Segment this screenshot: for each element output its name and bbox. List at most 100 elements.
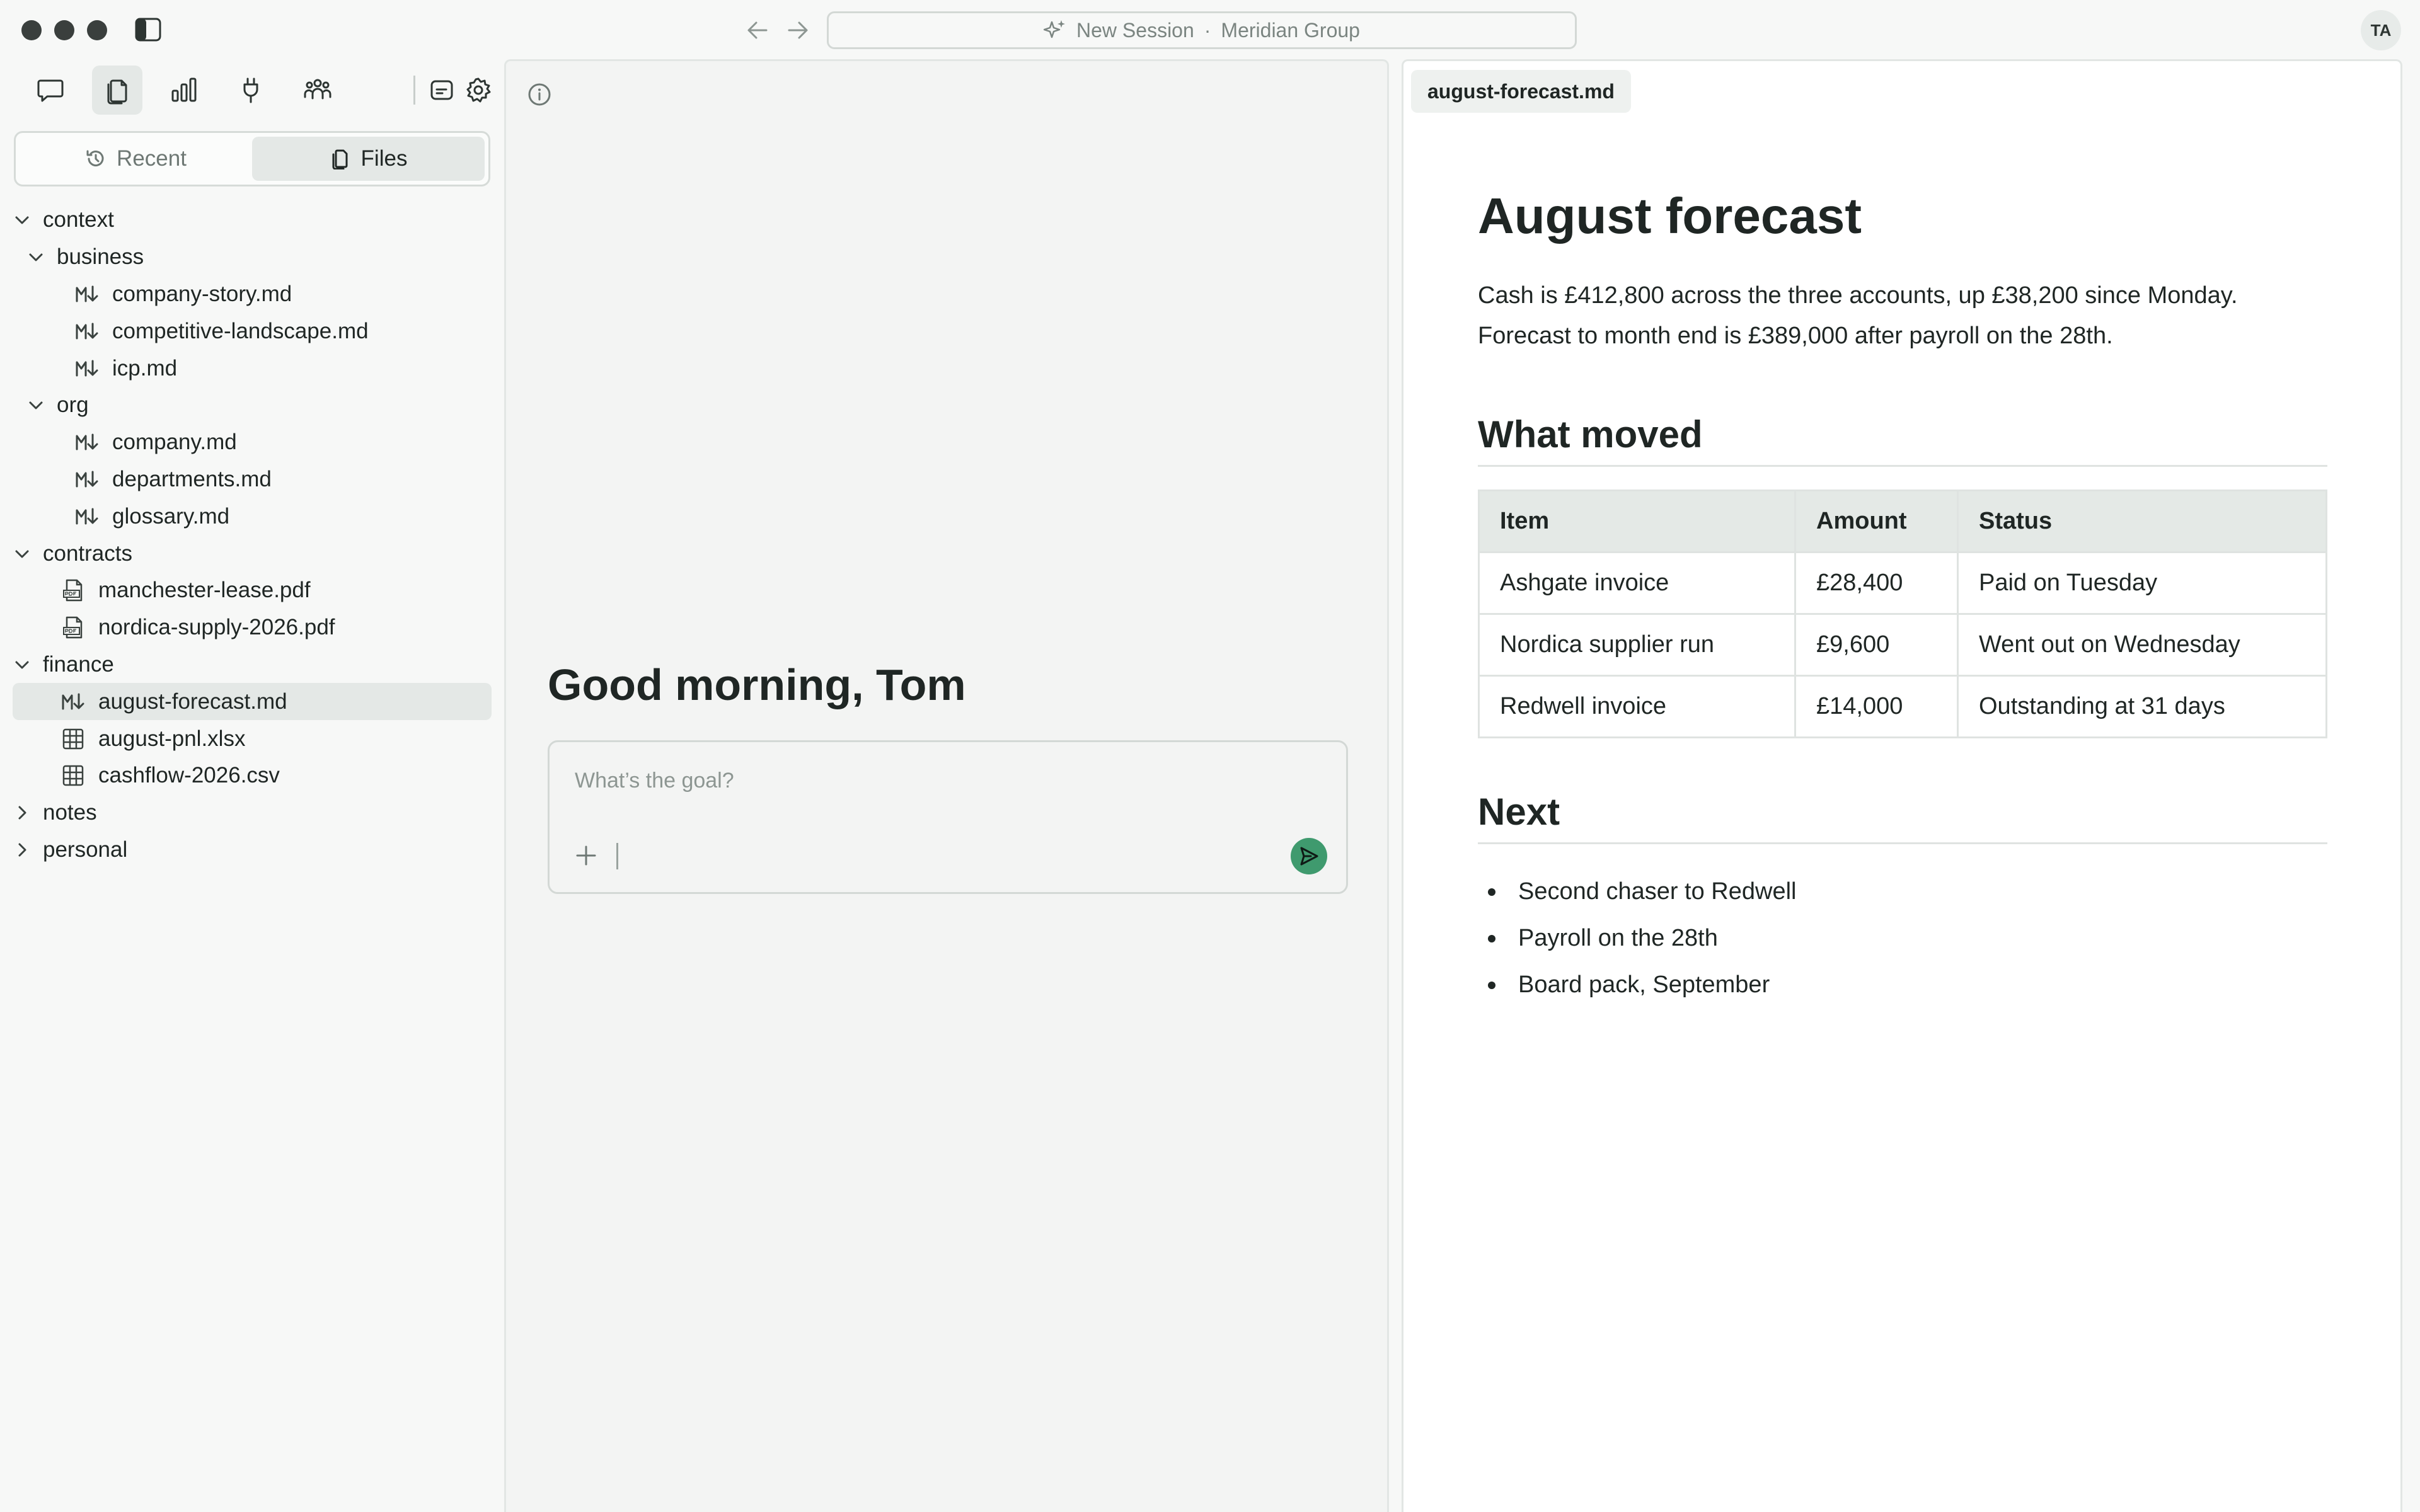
- forward-arrow-icon[interactable]: [784, 18, 812, 43]
- panel-layout-button[interactable]: [425, 73, 459, 107]
- panel-icon: [430, 80, 453, 100]
- what-moved-table: Item Amount Status Ashgate invoice £28,4…: [1478, 490, 2327, 738]
- table-header-row: Item Amount Status: [1478, 490, 2327, 553]
- document-icon: [332, 149, 348, 169]
- chevron-down-icon[interactable]: [13, 544, 32, 563]
- files-tool-button[interactable]: [92, 66, 142, 115]
- minimize-window-button[interactable]: [54, 20, 74, 40]
- workspace-name: Meridian Group: [1221, 18, 1360, 42]
- tree-item-label: finance: [43, 651, 114, 677]
- send-button[interactable]: [1291, 838, 1327, 874]
- zoom-window-button[interactable]: [87, 20, 107, 40]
- tree-item-label: business: [57, 244, 144, 270]
- file-tree: context business company-story.md competiti…: [13, 202, 492, 868]
- close-window-button[interactable]: [21, 20, 42, 40]
- document-pane: august-forecast.md August forecast Cash …: [1402, 59, 2402, 1512]
- tree-item-label: competitive-landscape.md: [112, 318, 369, 343]
- table-cell: Outstanding at 31 days: [1957, 675, 2327, 738]
- tree-folder[interactable]: finance: [13, 646, 492, 684]
- tree-item-label: notes: [43, 800, 97, 825]
- tab-files-label: Files: [360, 146, 408, 171]
- user-avatar[interactable]: TA: [2361, 10, 2401, 50]
- table-cell: £28,400: [1794, 551, 1959, 615]
- tree-item-label: glossary.md: [112, 503, 230, 529]
- table-cell: £14,000: [1794, 675, 1959, 738]
- people-icon: [304, 79, 331, 100]
- composer: [548, 740, 1348, 894]
- document-body: August forecast Cash is £412,800 across …: [1478, 187, 2327, 1008]
- table-cell: Ashgate invoice: [1478, 551, 1796, 615]
- tree-file[interactable]: cashflow-2026.csv: [13, 757, 492, 794]
- document-intro: Cash is £412,800 across the three accoun…: [1478, 282, 2238, 349]
- tree-file[interactable]: glossary.md: [13, 498, 492, 535]
- analytics-tool-button[interactable]: [159, 66, 209, 115]
- table-row: Redwell invoice £14,000 Outstanding at 3…: [1478, 675, 2327, 738]
- tree-item-label: context: [43, 207, 114, 232]
- table-header-item: Item: [1478, 490, 1796, 553]
- table-row: Ashgate invoice £28,400 Paid on Tuesday: [1478, 551, 2327, 615]
- chevron-down-icon[interactable]: [13, 210, 32, 229]
- chevron-down-icon[interactable]: [26, 248, 45, 266]
- text-caret: [616, 843, 618, 869]
- tree-item-label: cashflow-2026.csv: [98, 763, 280, 788]
- tree-file[interactable]: icp.md: [13, 350, 492, 387]
- integrations-tool-button[interactable]: [226, 66, 276, 115]
- chevron-down-icon[interactable]: [13, 655, 32, 674]
- chevron-right-icon[interactable]: [13, 803, 32, 822]
- document-title: August forecast: [1478, 188, 1862, 244]
- table-cell: Nordica supplier run: [1478, 613, 1796, 677]
- tree-folder[interactable]: personal: [13, 832, 492, 869]
- back-arrow-icon[interactable]: [744, 18, 771, 43]
- tree-item-label: nordica-supply-2026.pdf: [98, 615, 335, 640]
- table-header-amount: Amount: [1794, 490, 1959, 553]
- tree-item-label: august-forecast.md: [98, 689, 287, 714]
- markdown-icon: [76, 323, 98, 340]
- tree-folder[interactable]: org: [13, 387, 492, 424]
- tree-item-label: company-story.md: [112, 281, 292, 306]
- tree-folder[interactable]: contracts: [13, 535, 492, 572]
- plug-icon: [243, 77, 258, 103]
- tree-item-label: org: [57, 392, 89, 418]
- list-item: Board pack, September: [1478, 961, 2327, 1008]
- tree-file[interactable]: departments.md: [13, 461, 492, 498]
- pdf-icon: [63, 616, 83, 639]
- chat-tool-button[interactable]: [25, 66, 76, 115]
- session-bar[interactable]: New Session · Meridian Group: [827, 11, 1577, 49]
- tree-folder[interactable]: notes: [13, 794, 492, 832]
- tree-file[interactable]: august-pnl.xlsx: [13, 720, 492, 757]
- tree-folder[interactable]: business: [13, 239, 492, 276]
- tree-file[interactable]: company-story.md: [13, 276, 492, 313]
- goal-input[interactable]: [575, 765, 1318, 796]
- list-item: Second chaser to Redwell: [1478, 868, 2327, 915]
- chat-pane: Good morning, Tom: [504, 59, 1389, 1512]
- sidebar-toggle-icon[interactable]: [135, 18, 161, 42]
- toolbar-divider: [413, 76, 415, 105]
- tab-recent[interactable]: Recent: [20, 137, 252, 181]
- chevron-right-icon[interactable]: [13, 840, 32, 859]
- table-cell: Went out on Wednesday: [1957, 613, 2327, 677]
- tab-recent-label: Recent: [117, 146, 187, 171]
- markdown-icon: [76, 508, 98, 525]
- info-icon[interactable]: [526, 81, 553, 108]
- attach-plus-icon[interactable]: [571, 840, 601, 871]
- section-heading-what-moved: What moved: [1478, 413, 2327, 467]
- pdf-icon: [63, 580, 83, 602]
- tree-file[interactable]: competitive-landscape.md: [13, 312, 492, 350]
- tree-file[interactable]: nordica-supply-2026.pdf: [13, 609, 492, 646]
- tree-item-label: icp.md: [112, 355, 178, 381]
- document-tab[interactable]: august-forecast.md: [1411, 70, 1631, 113]
- session-label: New Session: [1076, 18, 1194, 42]
- tree-item-label: contracts: [43, 541, 132, 566]
- tab-files[interactable]: Files: [252, 137, 485, 181]
- tree-folder[interactable]: context: [13, 202, 492, 239]
- session-separator: ·: [1204, 18, 1211, 42]
- tree-file[interactable]: august-forecast.md: [13, 683, 492, 721]
- settings-button[interactable]: [461, 73, 495, 107]
- list-item: Payroll on the 28th: [1478, 915, 2327, 961]
- tree-file[interactable]: company.md: [13, 424, 492, 461]
- tree-item-label: company.md: [112, 430, 237, 455]
- tree-file[interactable]: manchester-lease.pdf: [13, 572, 492, 609]
- chevron-down-icon[interactable]: [26, 396, 45, 415]
- markdown-icon: [76, 285, 98, 302]
- team-tool-button[interactable]: [292, 66, 343, 115]
